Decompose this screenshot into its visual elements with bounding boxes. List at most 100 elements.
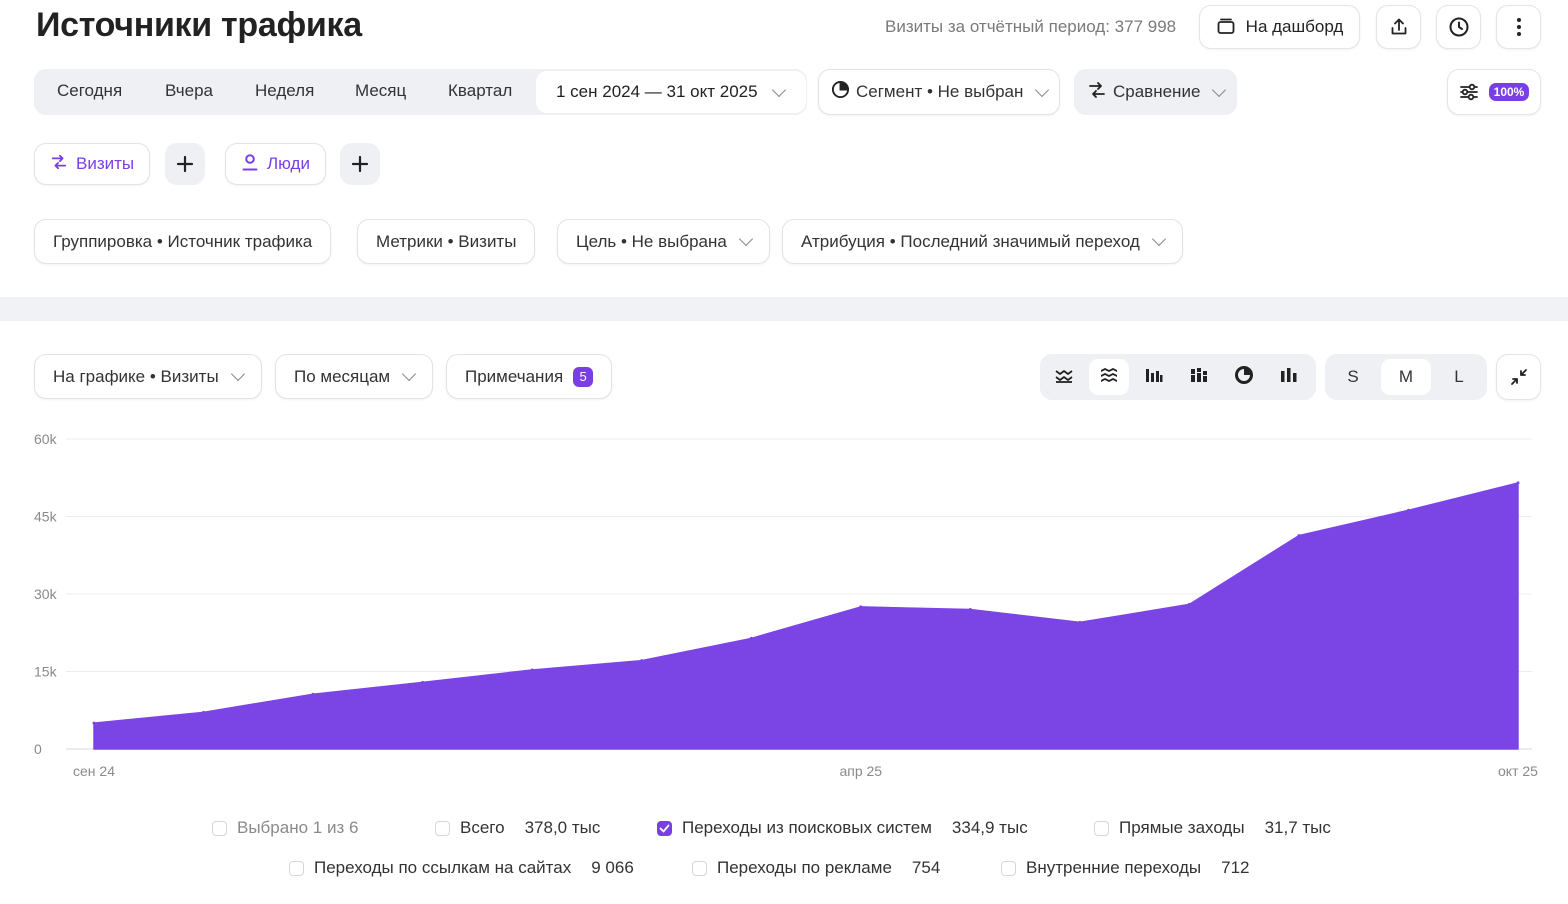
checkbox-checked-icon — [657, 820, 672, 836]
sampling-button[interactable]: 100% — [1447, 69, 1541, 115]
compare-label: Сравнение — [1113, 82, 1201, 101]
size-m-button[interactable]: M — [1381, 359, 1431, 395]
metrics-label: Метрики • Визиты — [376, 231, 517, 251]
data-point — [202, 710, 206, 714]
legend-item-ads[interactable]: Переходы по рекламе 754 — [692, 858, 940, 878]
y-tick-label: 45k — [34, 509, 58, 525]
compare-dropdown[interactable]: Сравнение — [1074, 69, 1238, 115]
tab-visits[interactable]: Визиты — [34, 143, 151, 185]
add-people-tab-button[interactable] — [340, 143, 380, 185]
data-point — [968, 608, 972, 611]
share-icon — [1389, 17, 1409, 37]
goal-dropdown[interactable]: Цель • Не выбрана — [557, 219, 770, 264]
plus-icon — [351, 155, 369, 173]
size-l-button[interactable]: L — [1434, 359, 1484, 395]
chevron-down-icon — [771, 82, 786, 97]
export-button[interactable] — [1376, 5, 1421, 49]
period-quarter[interactable]: Квартал — [448, 81, 512, 101]
legend-selected-count[interactable]: Выбрано 1 из 6 — [212, 818, 358, 838]
dashboard-label: На дашборд — [1245, 17, 1344, 36]
chart-type-bar[interactable] — [1269, 359, 1309, 395]
dashboard-button[interactable]: На дашборд — [1199, 5, 1360, 49]
chart-type-column[interactable] — [1134, 359, 1174, 395]
checkbox-icon — [1001, 860, 1016, 876]
column-chart-icon — [1279, 366, 1299, 389]
tab-visits-label: Визиты — [76, 154, 135, 173]
data-point — [530, 668, 534, 672]
period-yesterday[interactable]: Вчера — [165, 81, 213, 101]
legend-item-direct[interactable]: Прямые заходы 31,7 тыс — [1094, 818, 1331, 838]
notes-label: Примечания — [465, 366, 564, 386]
page-title: Источники трафика — [36, 6, 362, 44]
collapse-chart-button[interactable] — [1496, 354, 1541, 400]
period-today[interactable]: Сегодня — [57, 81, 122, 101]
legend-value: 31,7 тыс — [1264, 818, 1331, 837]
checkbox-icon — [1094, 820, 1109, 836]
chart-type-pie[interactable] — [1224, 359, 1264, 395]
collapse-icon — [1510, 368, 1528, 386]
date-range-picker[interactable]: 1 сен 2024 — 31 окт 2025 — [536, 71, 806, 113]
history-button[interactable] — [1436, 5, 1481, 49]
tab-people[interactable]: Люди — [225, 143, 326, 185]
add-visits-tab-button[interactable] — [165, 143, 205, 185]
legend-value: 378,0 тыс — [524, 818, 601, 837]
legend-item-total[interactable]: Всего 378,0 тыс — [435, 818, 600, 838]
dashboard-icon — [1216, 17, 1236, 37]
metrics-button[interactable]: Метрики • Визиты — [357, 219, 536, 264]
legend-item-search[interactable]: Переходы из поисковых систем 334,9 тыс — [657, 818, 1028, 838]
legend-selected-label: Выбрано 1 из 6 — [237, 818, 359, 837]
chevron-down-icon — [402, 366, 417, 382]
chevron-down-icon — [1035, 82, 1050, 97]
user-icon — [241, 153, 259, 176]
data-point — [92, 721, 96, 725]
data-point — [859, 605, 863, 609]
legend-value: 754 — [911, 858, 941, 877]
chart-metric-label: На графике • Визиты — [53, 366, 219, 386]
legend-label: Всего — [460, 818, 505, 837]
size-s-button[interactable]: S — [1328, 359, 1378, 395]
x-tick-label: апр 25 — [839, 763, 882, 779]
notes-count-badge: 5 — [573, 366, 594, 387]
series-area — [93, 482, 1519, 750]
x-tick-label: сен 24 — [73, 763, 115, 779]
legend-label: Внутренние переходы — [1026, 858, 1202, 877]
bar-chart-icon — [1144, 366, 1164, 389]
more-menu-button[interactable] — [1496, 5, 1541, 49]
chart-period-dropdown[interactable]: По месяцам — [275, 354, 434, 399]
data-point — [1516, 481, 1520, 485]
chevron-down-icon — [738, 231, 753, 247]
chart-type-stacked[interactable] — [1179, 359, 1219, 395]
legend-item-links[interactable]: Переходы по ссылкам на сайтах 9 066 — [289, 858, 634, 878]
chart-metric-dropdown[interactable]: На графике • Визиты — [34, 354, 262, 399]
grouping-button[interactable]: Группировка • Источник трафика — [34, 219, 332, 264]
data-point — [421, 680, 425, 684]
legend-label: Переходы по рекламе — [717, 858, 892, 877]
compare-icon — [50, 153, 68, 176]
plus-icon — [176, 155, 194, 173]
pie-chart-icon — [831, 80, 850, 104]
attribution-dropdown[interactable]: Атрибуция • Последний значимый переход — [782, 219, 1183, 264]
chevron-down-icon — [230, 366, 245, 382]
segment-label: Сегмент • Не выбран — [856, 82, 1024, 101]
period-week[interactable]: Неделя — [255, 81, 314, 101]
legend-value: 712 — [1221, 858, 1250, 877]
data-point — [1187, 602, 1191, 606]
checkbox-icon — [212, 820, 227, 836]
chart-type-line[interactable] — [1044, 359, 1084, 395]
notes-button[interactable]: Примечания 5 — [446, 354, 613, 399]
attribution-label: Атрибуция • Последний значимый переход — [801, 231, 1140, 251]
legend-label: Переходы по ссылкам на сайтах — [314, 858, 572, 877]
y-tick-label: 15k — [34, 664, 58, 680]
legend-value: 9 066 — [591, 858, 634, 877]
checkbox-icon — [289, 860, 304, 876]
legend-item-internal[interactable]: Внутренние переходы 712 — [1001, 858, 1249, 878]
checkbox-icon — [435, 820, 450, 836]
stacked-bar-icon — [1189, 366, 1209, 389]
y-tick-label: 30k — [34, 586, 58, 602]
pie-chart-icon — [1234, 365, 1254, 390]
chart-type-area[interactable] — [1089, 359, 1129, 395]
period-month[interactable]: Месяц — [355, 81, 406, 101]
sampling-badge: 100% — [1488, 83, 1530, 101]
y-tick-label: 0 — [34, 741, 42, 757]
segment-dropdown[interactable]: Сегмент • Не выбран — [818, 69, 1061, 115]
